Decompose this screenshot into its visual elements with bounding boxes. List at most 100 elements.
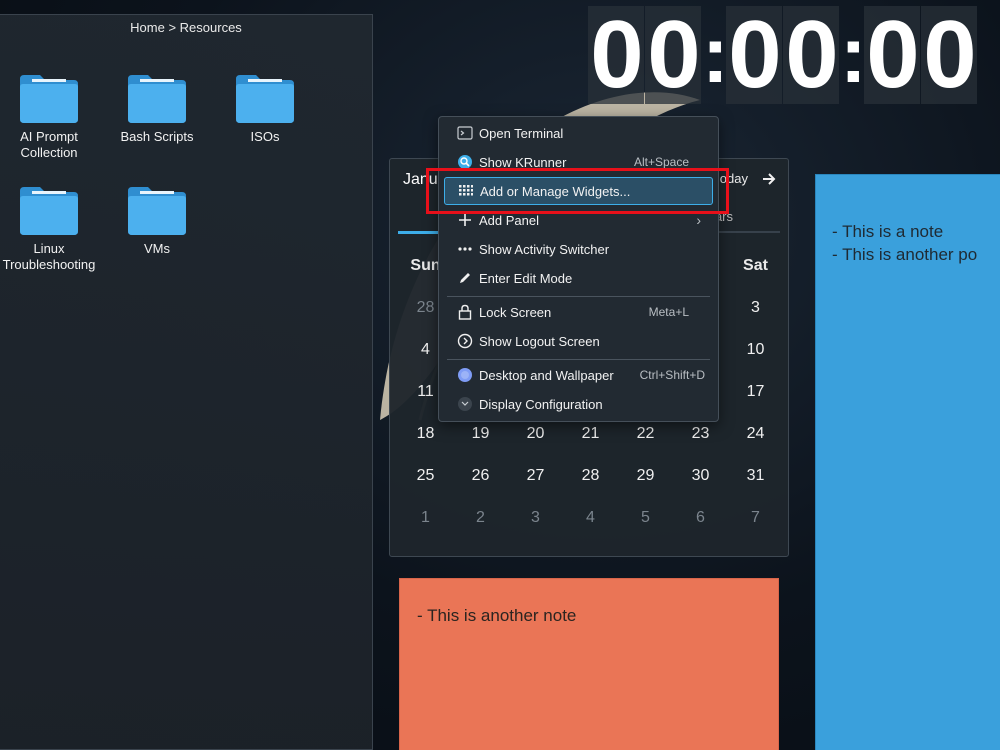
day-cell[interactable]: 3 [728, 299, 783, 317]
menu-item-open-terminal[interactable]: Open Terminal [444, 119, 713, 147]
wallpaper-icon [457, 367, 473, 383]
menu-item-label: Show Logout Screen [479, 333, 600, 349]
menu-item-add-manage-widgets[interactable]: Add or Manage Widgets... [444, 177, 713, 205]
day-cell[interactable]: 21 [563, 425, 618, 443]
menu-shortcut: Meta+L [648, 305, 689, 319]
day-cell[interactable]: 28 [563, 467, 618, 485]
folder-ai-prompt-collection[interactable]: AI Prompt Collection [0, 73, 98, 161]
note-line: - This is another po [832, 245, 978, 264]
day-cell[interactable]: 17 [728, 383, 783, 401]
calendar-today-nav: oday [720, 171, 776, 186]
menu-item-add-panel[interactable]: Add Panel › [444, 206, 713, 234]
folder-label: AI Prompt [20, 129, 78, 144]
menu-item-label: Display Configuration [479, 396, 603, 412]
clock-digit: 0 [783, 1, 839, 108]
menu-item-desktop-wallpaper[interactable]: Desktop and Wallpaper Ctrl+Shift+D [444, 361, 713, 389]
clock-digit: 0 [588, 1, 644, 108]
menu-item-show-krunner[interactable]: Show KRunner Alt+Space [444, 148, 713, 176]
menu-item-activity-switcher[interactable]: Show Activity Switcher [444, 235, 713, 263]
digital-clock: 0 0 : 0 0 : 0 0 [588, 1, 978, 108]
folder-icon [128, 187, 186, 235]
folder-linux-troubleshooting[interactable]: Linux Troubleshooting [0, 185, 98, 273]
menu-item-label: Enter Edit Mode [479, 270, 573, 286]
search-icon [457, 154, 473, 170]
menu-shortcut: Alt+Space [633, 155, 689, 169]
clock-digit: 0 [645, 1, 701, 108]
day-cell[interactable]: 1 [398, 509, 453, 527]
week-row: 1 2 3 4 5 6 7 [398, 497, 783, 539]
folder-label: Linux [33, 241, 65, 256]
day-cell[interactable]: 10 [728, 341, 783, 359]
pencil-icon [457, 270, 473, 286]
folder-icon [20, 75, 78, 123]
grid-icon [458, 183, 474, 199]
menu-item-label: Desktop and Wallpaper [479, 367, 614, 383]
menu-item-edit-mode[interactable]: Enter Edit Mode [444, 264, 713, 292]
folder-icon [20, 187, 78, 235]
note-line: - This is another note [417, 606, 577, 625]
clock-digit: 0 [726, 1, 782, 108]
day-cell[interactable]: 20 [508, 425, 563, 443]
folder-icon [236, 75, 294, 123]
day-cell[interactable]: 25 [398, 467, 453, 485]
day-cell[interactable]: 2 [453, 509, 508, 527]
menu-separator [447, 296, 710, 297]
day-cell[interactable]: 26 [453, 467, 508, 485]
folder-icon [128, 75, 186, 123]
day-cell[interactable]: 3 [508, 509, 563, 527]
menu-item-label: Add Panel [479, 212, 539, 228]
folder-bash-scripts[interactable]: Bash Scripts [108, 73, 206, 145]
day-cell[interactable]: 6 [673, 509, 728, 527]
folder-label: Bash Scripts [120, 129, 194, 144]
menu-item-display-configuration[interactable]: Display Configuration [444, 390, 713, 418]
sticky-note-orange[interactable]: - This is another note [399, 578, 779, 750]
folder-vms[interactable]: VMs [108, 185, 206, 257]
folder-label: ISOs [250, 129, 280, 144]
clock-digit: 0 [864, 1, 920, 108]
day-cell[interactable]: 22 [618, 425, 673, 443]
day-cell[interactable]: 7 [728, 509, 783, 527]
day-cell[interactable]: 18 [398, 425, 453, 443]
day-cell[interactable]: 5 [618, 509, 673, 527]
chevron-right-icon: › [696, 212, 701, 228]
menu-item-label: Open Terminal [479, 125, 564, 141]
day-cell[interactable]: 24 [728, 425, 783, 443]
day-cell[interactable]: 27 [508, 467, 563, 485]
day-cell[interactable]: 19 [453, 425, 508, 443]
dots-icon [457, 241, 473, 257]
menu-item-label: Show KRunner [479, 154, 567, 170]
terminal-icon [457, 125, 473, 141]
folder-label: VMs [144, 241, 170, 256]
sticky-note-blue[interactable]: - This is a note - This is another po [815, 174, 1000, 750]
display-icon [457, 396, 473, 412]
menu-item-logout-screen[interactable]: Show Logout Screen [444, 327, 713, 355]
menu-item-lock-screen[interactable]: Lock Screen Meta+L [444, 298, 713, 326]
folder-isos[interactable]: ISOs [216, 73, 314, 145]
folder-label: Troubleshooting [2, 257, 96, 272]
weekday-label: Sat [743, 257, 768, 274]
folder-label: Collection [20, 145, 78, 160]
breadcrumb[interactable]: Home > Resources [0, 20, 372, 35]
menu-separator [447, 359, 710, 360]
day-cell[interactable]: 31 [728, 467, 783, 485]
plus-icon [457, 212, 473, 228]
clock-separator: : [702, 10, 729, 99]
menu-item-label: Add or Manage Widgets... [480, 183, 631, 199]
note-line: - This is a note [832, 222, 944, 241]
arrow-right-icon[interactable] [762, 172, 776, 186]
today-button[interactable]: oday [720, 171, 748, 186]
lock-icon [457, 304, 473, 320]
week-row: 25 26 27 28 29 30 31 [398, 455, 783, 497]
clock-digit: 0 [921, 1, 977, 108]
day-cell[interactable]: 30 [673, 467, 728, 485]
clock-separator: : [840, 10, 867, 99]
menu-item-label: Lock Screen [479, 304, 552, 320]
day-cell[interactable]: 29 [618, 467, 673, 485]
day-cell[interactable]: 23 [673, 425, 728, 443]
menu-shortcut: Ctrl+Shift+D [639, 368, 705, 382]
day-cell[interactable]: 4 [563, 509, 618, 527]
menu-item-label: Show Activity Switcher [479, 241, 610, 257]
desktop-context-menu: Open Terminal Show KRunner Alt+Space Add… [438, 116, 719, 422]
folder-view-widget: Home > Resources AI Prompt Collection Ba… [0, 14, 373, 750]
logout-icon [457, 333, 473, 349]
